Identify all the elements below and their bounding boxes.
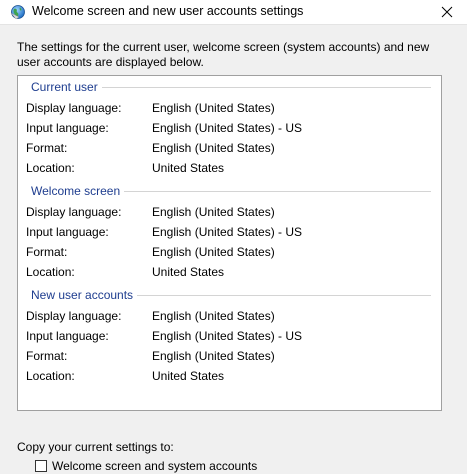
row-label: Location: (26, 161, 75, 175)
copy-settings-label: Copy your current settings to: (17, 440, 174, 454)
group-header-new-user-accounts: New user accounts (31, 288, 138, 302)
row-label: Format: (26, 349, 68, 363)
welcome-screen-checkbox[interactable] (35, 460, 47, 472)
row-value: English (United States) (152, 349, 275, 363)
row-value: English (United States) (152, 205, 275, 219)
row-label: Format: (26, 141, 68, 155)
row-label: Location: (26, 369, 75, 383)
group-header-current-user: Current user (31, 80, 102, 94)
row-label: Format: (26, 245, 68, 259)
row-value: English (United States) - US (152, 121, 303, 135)
row-value: United States (152, 369, 225, 383)
row-value: English (United States) (152, 245, 275, 259)
intro-text: The settings for the current user, welco… (17, 40, 430, 69)
row-label: Display language: (26, 309, 122, 323)
window-title: Welcome screen and new user accounts set… (32, 4, 304, 18)
row-value: English (United States) (152, 141, 275, 155)
group-header-welcome-screen: Welcome screen (31, 184, 125, 198)
settings-panel: Current user Display language: English (… (17, 75, 442, 411)
row-value: English (United States) (152, 101, 275, 115)
row-label: Display language: (26, 101, 122, 115)
close-button[interactable] (427, 0, 467, 24)
row-value: United States (152, 161, 225, 175)
row-value: United States (152, 265, 225, 279)
row-value: English (United States) - US (152, 225, 303, 239)
row-value: English (United States) - US (152, 329, 303, 343)
row-label: Location: (26, 265, 75, 279)
globe-icon (10, 5, 25, 20)
welcome-screen-checkbox-label[interactable]: Welcome screen and system accounts (52, 459, 257, 473)
welcome-screen-checkbox-row[interactable]: Welcome screen and system accounts (35, 459, 257, 474)
title-bar: Welcome screen and new user accounts set… (0, 0, 467, 25)
close-icon (441, 6, 453, 18)
row-label: Display language: (26, 205, 122, 219)
row-value: English (United States) (152, 309, 275, 323)
row-label: Input language: (26, 225, 109, 239)
row-label: Input language: (26, 121, 109, 135)
row-label: Input language: (26, 329, 109, 343)
